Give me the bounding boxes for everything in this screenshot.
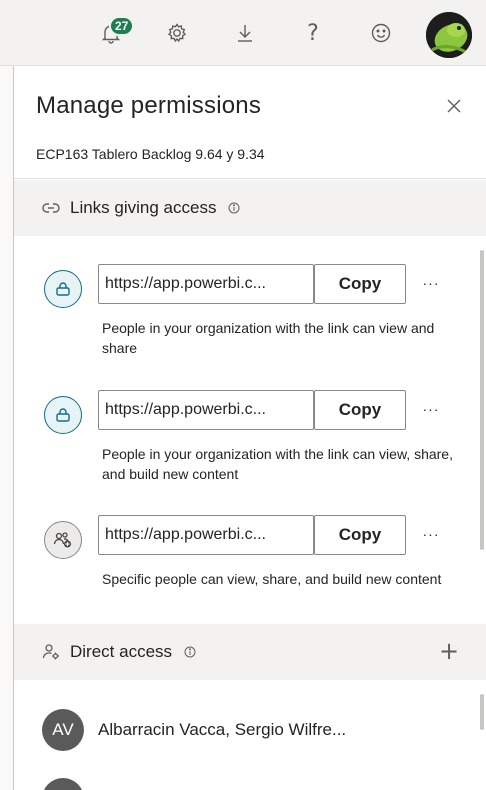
gear-icon[interactable]	[162, 18, 192, 48]
more-options-button[interactable]: ···	[418, 521, 444, 547]
link-url-field[interactable]: https://app.powerbi.c...	[98, 264, 314, 304]
person-avatar	[42, 778, 84, 790]
link-icon	[42, 201, 60, 215]
org-link-icon	[44, 396, 82, 434]
notification-badge: 27	[109, 16, 135, 36]
person-settings-icon	[42, 643, 60, 661]
link-url-field[interactable]: https://app.powerbi.c...	[98, 515, 314, 555]
direct-access-label: Direct access	[70, 642, 173, 661]
copy-button[interactable]: Copy	[314, 264, 406, 304]
info-icon[interactable]	[184, 646, 196, 658]
background-page-edge	[0, 66, 14, 790]
link-row: https://app.powerbi.c... Copy ··· People…	[14, 264, 486, 376]
panel-title: Manage permissions	[36, 92, 262, 119]
link-description: People in your organization with the lin…	[102, 446, 453, 482]
info-icon[interactable]	[228, 202, 240, 214]
more-options-button[interactable]: ···	[418, 270, 444, 296]
link-row: https://app.powerbi.c... Copy ··· People…	[14, 390, 486, 502]
close-icon[interactable]	[440, 92, 468, 120]
item-name: ECP163 Tablero Backlog 9.64 y 9.34	[36, 146, 265, 162]
smiley-icon[interactable]	[366, 18, 396, 48]
link-url-field[interactable]: https://app.powerbi.c...	[98, 390, 314, 430]
org-link-icon	[44, 270, 82, 308]
person-row[interactable]: AV Albarracin Vacca, Sergio Wilfre...	[14, 702, 486, 758]
top-bar: 27 ?	[0, 0, 486, 66]
help-icon[interactable]: ?	[298, 18, 328, 48]
user-avatar[interactable]	[426, 12, 472, 58]
person-avatar: AV	[42, 709, 84, 751]
links-section-header: Links giving access	[14, 180, 486, 236]
copy-button[interactable]: Copy	[314, 390, 406, 430]
specific-people-icon	[44, 521, 82, 559]
manage-permissions-panel: Manage permissions ECP163 Tablero Backlo…	[14, 66, 486, 790]
divider	[14, 178, 486, 179]
link-description: Specific people can view, share, and bui…	[102, 571, 442, 587]
copy-button[interactable]: Copy	[314, 515, 406, 555]
link-row: https://app.powerbi.c... Copy ··· Specif…	[14, 515, 486, 627]
scrollbar[interactable]	[480, 250, 484, 550]
direct-access-section-header: Direct access +	[14, 624, 486, 680]
links-section-label: Links giving access	[70, 198, 217, 217]
link-description: People in your organization with the lin…	[102, 320, 435, 356]
person-name: Albarracin Vacca, Sergio Wilfre...	[98, 720, 347, 739]
more-options-button[interactable]: ···	[418, 396, 444, 422]
add-access-button[interactable]: +	[434, 636, 464, 666]
download-icon[interactable]	[230, 18, 260, 48]
